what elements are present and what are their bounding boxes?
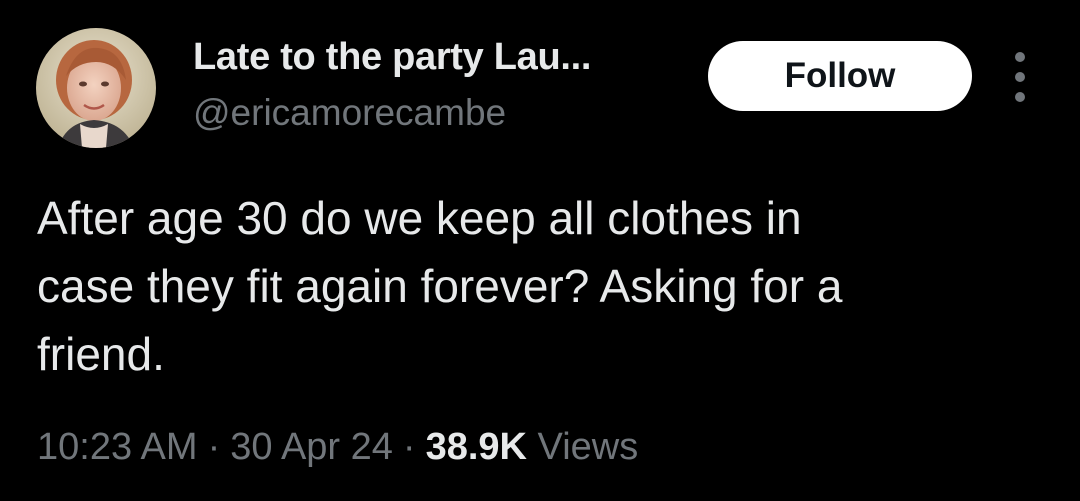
- vertical-ellipsis-icon[interactable]: [1004, 52, 1036, 102]
- author-display-name[interactable]: Late to the party Lau...: [193, 36, 591, 79]
- tweet-text-line: case they fit again forever? Asking for …: [37, 260, 843, 312]
- ellipsis-dot: [1015, 92, 1025, 102]
- ellipsis-dot: [1015, 52, 1025, 62]
- user-avatar-photo: [36, 28, 156, 148]
- tweet-date[interactable]: 30 Apr 24: [230, 426, 393, 468]
- follow-button[interactable]: Follow: [708, 41, 972, 111]
- tweet-text-line: After age 30 do we keep all clothes in: [37, 192, 802, 244]
- tweet-text-line: friend.: [37, 328, 165, 380]
- tweet-time[interactable]: 10:23 AM: [37, 426, 198, 468]
- separator: ·: [207, 426, 221, 468]
- views-count[interactable]: 38.9K: [426, 426, 527, 468]
- separator: ·: [402, 426, 416, 468]
- views-label: Views: [537, 426, 639, 468]
- author-handle[interactable]: @ericamorecambe: [193, 92, 506, 134]
- tweet-text: After age 30 do we keep all clothes in c…: [37, 184, 1037, 388]
- avatar[interactable]: [36, 28, 156, 148]
- tweet-metadata: 10:23 AM · 30 Apr 24 · 38.9K Views: [37, 426, 638, 469]
- ellipsis-dot: [1015, 72, 1025, 82]
